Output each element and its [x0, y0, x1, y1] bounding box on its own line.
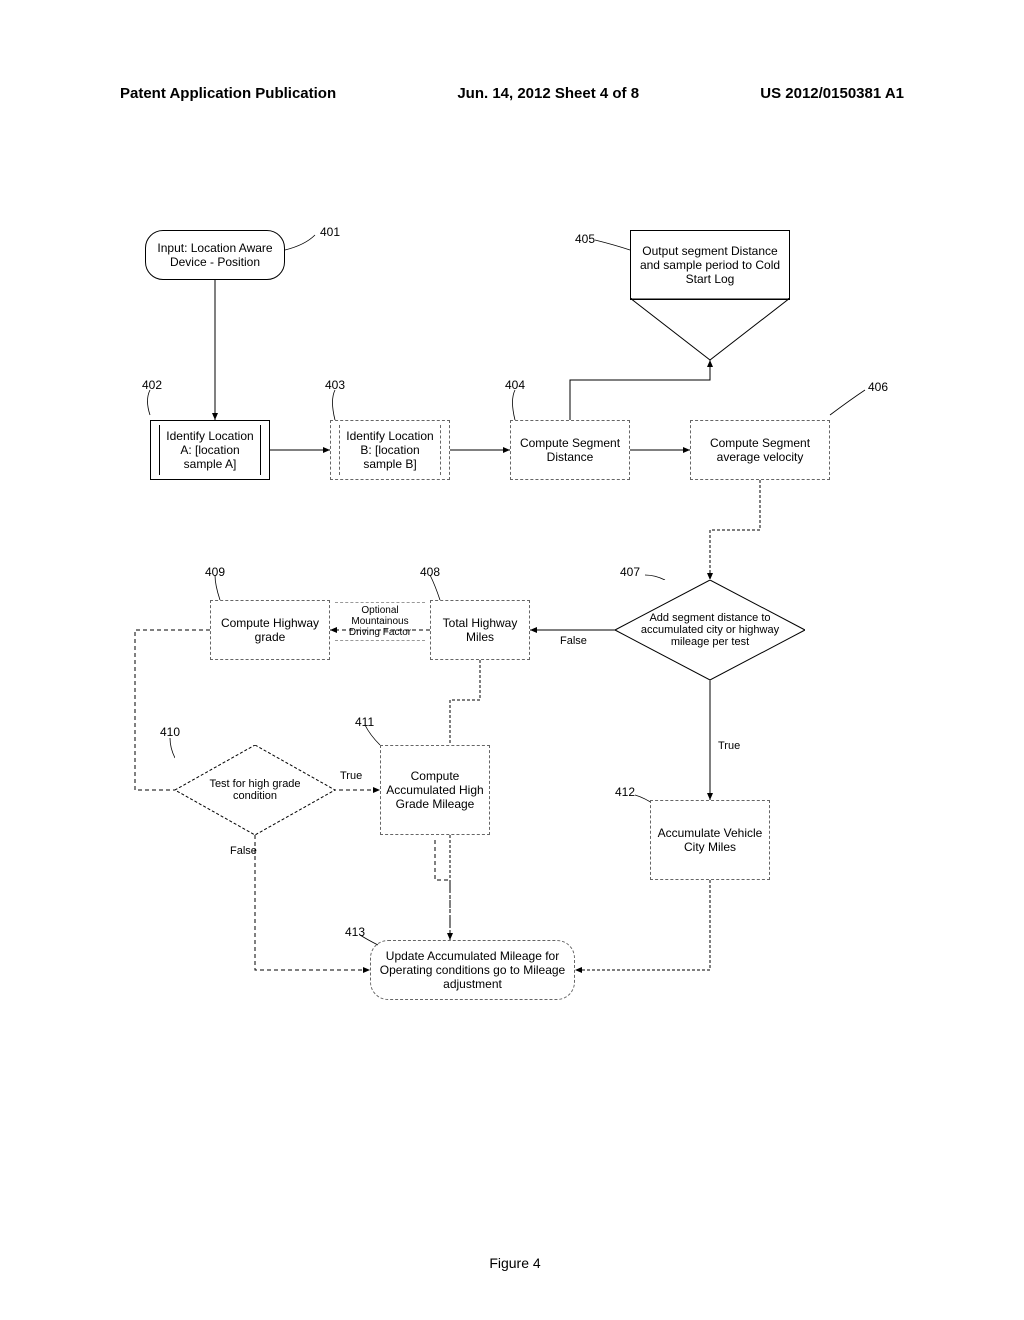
node-input-location: Input: Location Aware Device - Position	[145, 230, 285, 280]
label-404: 404	[505, 378, 525, 392]
node-decision-grade: Test for high grade condition	[175, 745, 335, 835]
header-left: Patent Application Publication	[120, 85, 336, 102]
label-true-407: True	[718, 740, 740, 752]
node-text: Add segment distance to accumulated city…	[619, 612, 801, 648]
label-402: 402	[142, 378, 162, 392]
node-text: Compute Segment average velocity	[695, 436, 825, 464]
node-text: Compute Segment Distance	[515, 436, 625, 464]
label-false-410: False	[230, 845, 257, 857]
label-411: 411	[355, 715, 374, 729]
node-decision-segment: Add segment distance to accumulated city…	[615, 580, 805, 680]
node-output-segment: Output segment Distance and sample perio…	[630, 230, 790, 300]
label-mountainous: Optional Mountainous Driving Factor	[335, 602, 425, 641]
node-text: Identify Location A: [location sample A]	[162, 429, 258, 471]
triangle-output	[630, 298, 790, 363]
node-text: Update Accumulated Mileage for Operating…	[375, 949, 570, 991]
node-compute-distance: Compute Segment Distance	[510, 420, 630, 480]
label-409: 409	[205, 565, 225, 579]
node-update-mileage: Update Accumulated Mileage for Operating…	[370, 940, 575, 1000]
label-405: 405	[575, 232, 595, 246]
label-413: 413	[345, 925, 365, 939]
node-compute-velocity: Compute Segment average velocity	[690, 420, 830, 480]
label-412: 412	[615, 785, 635, 799]
flowchart-diagram: Input: Location Aware Device - Position …	[120, 220, 910, 1060]
label-403: 403	[325, 378, 345, 392]
label-false-407: False	[560, 635, 587, 647]
node-identify-a: Identify Location A: [location sample A]	[150, 420, 270, 480]
node-text: Compute Accumulated High Grade Mileage	[385, 769, 485, 811]
node-text: Accumulate Vehicle City Miles	[655, 826, 765, 854]
node-text: Compute Highway grade	[215, 616, 325, 644]
label-true-410: True	[340, 770, 362, 782]
figure-caption: Figure 4	[120, 1255, 910, 1271]
node-accumulate-city: Accumulate Vehicle City Miles	[650, 800, 770, 880]
header-right: US 2012/0150381 A1	[760, 85, 904, 102]
node-text: Output segment Distance and sample perio…	[635, 244, 785, 286]
node-text: Identify Location B: [location sample B]	[342, 429, 438, 471]
node-text: Input: Location Aware Device - Position	[150, 241, 280, 269]
label-401: 401	[320, 225, 340, 239]
node-compute-grade: Compute Highway grade	[210, 600, 330, 660]
node-text: Total Highway Miles	[435, 616, 525, 644]
label-408: 408	[420, 565, 440, 579]
node-identify-b: Identify Location B: [location sample B]	[330, 420, 450, 480]
node-text: Test for high grade condition	[179, 778, 331, 802]
label-407: 407	[620, 565, 640, 579]
label-410: 410	[160, 725, 180, 739]
node-total-highway: Total Highway Miles	[430, 600, 530, 660]
node-compute-high-grade: Compute Accumulated High Grade Mileage	[380, 745, 490, 835]
label-406: 406	[868, 380, 888, 394]
header-center: Jun. 14, 2012 Sheet 4 of 8	[457, 85, 639, 102]
